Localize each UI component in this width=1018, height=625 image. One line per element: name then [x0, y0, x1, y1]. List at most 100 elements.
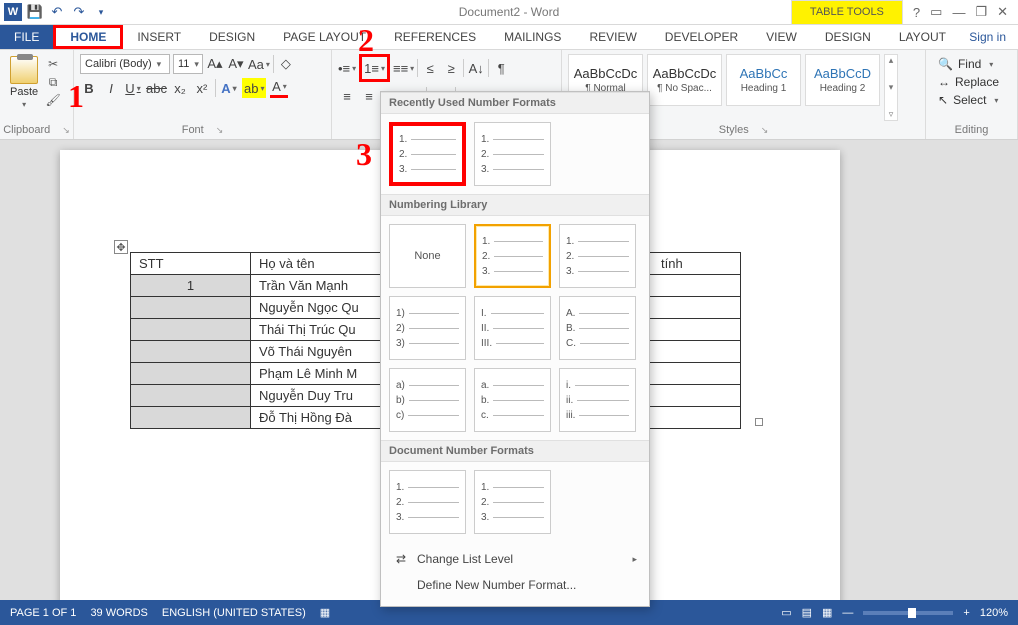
save-icon[interactable]: 💾	[26, 3, 44, 21]
tab-table-design[interactable]: DESIGN	[811, 25, 885, 49]
show-marks-button[interactable]: ¶	[492, 58, 510, 78]
change-list-level-item[interactable]: ⇄Change List Level▸	[381, 546, 649, 572]
underline-button[interactable]: U▾	[124, 78, 142, 98]
text-effects-button[interactable]: A▾	[220, 78, 238, 98]
grow-font-button[interactable]: A▴	[206, 54, 224, 74]
styles-launcher-icon[interactable]: ↘	[761, 125, 769, 136]
numbering-option[interactable]: A.B.C.	[559, 296, 636, 360]
titlebar-right: TABLE TOOLS ? ▭ — ❐ ✕	[791, 0, 1018, 24]
superscript-button[interactable]: x²	[193, 78, 211, 98]
numbering-option[interactable]: 1)2)3)	[389, 296, 466, 360]
table-move-handle[interactable]: ✥	[114, 240, 128, 254]
numbering-option[interactable]: 1.2.3.	[389, 470, 466, 534]
tab-review[interactable]: REVIEW	[575, 25, 650, 49]
italic-button[interactable]: I	[102, 78, 120, 98]
table-cell-stt[interactable]	[131, 341, 251, 363]
tab-insert[interactable]: INSERT	[123, 25, 195, 49]
table-cell-stt[interactable]	[131, 385, 251, 407]
decrease-indent-button[interactable]: ≤	[421, 58, 439, 78]
title-bar: W 💾 ↶ ↷ ▾ Document2 - Word TABLE TOOLS ?…	[0, 0, 1018, 25]
clipboard-launcher-icon[interactable]: ↘	[62, 125, 70, 136]
replace-button[interactable]: ↔Replace	[936, 74, 1007, 90]
numbering-option[interactable]: 1.2.3.	[389, 122, 466, 186]
zoom-level[interactable]: 120%	[980, 607, 1008, 619]
numbering-option[interactable]: 1.2.3.	[474, 224, 551, 288]
define-new-format-item[interactable]: Define New Number Format...	[381, 572, 649, 598]
style-item-1[interactable]: AaBbCcDc¶ No Spac...	[647, 54, 722, 106]
ribbon-display-options-icon[interactable]: ▭	[930, 4, 942, 20]
subscript-button[interactable]: x₂	[171, 78, 189, 98]
help-icon[interactable]: ?	[913, 5, 920, 20]
numbering-option[interactable]: None	[389, 224, 466, 288]
tab-mailings[interactable]: MAILINGS	[490, 25, 575, 49]
restore-icon[interactable]: ❐	[975, 4, 987, 20]
font-name-combo[interactable]: Calibri (Body)▾	[80, 54, 170, 74]
font-size-combo[interactable]: 11▾	[173, 54, 203, 74]
qat-customize-icon[interactable]: ▾	[92, 3, 110, 21]
status-page[interactable]: PAGE 1 OF 1	[10, 607, 76, 619]
multilevel-list-button[interactable]: ≡≡▾	[393, 58, 414, 78]
view-read-mode-icon[interactable]: ▭	[781, 606, 791, 619]
strikethrough-button[interactable]: abc	[146, 78, 167, 98]
zoom-out-button[interactable]: —	[842, 607, 853, 619]
change-level-icon: ⇄	[393, 551, 409, 567]
numbering-option[interactable]: i.ii.iii.	[559, 368, 636, 432]
table-cell-stt[interactable]: 1	[131, 275, 251, 297]
zoom-in-button[interactable]: +	[963, 607, 969, 619]
tab-design[interactable]: DESIGN	[195, 25, 269, 49]
copy-icon[interactable]: ⧉	[44, 74, 62, 90]
paste-button[interactable]: Paste ▾	[6, 54, 42, 111]
group-label-editing: Editing	[955, 124, 989, 136]
styles-scroll[interactable]: ▴▾▿	[884, 54, 898, 121]
format-painter-icon[interactable]: 🖌	[44, 92, 62, 108]
table-cell-stt[interactable]	[131, 319, 251, 341]
sort-button[interactable]: A↓	[467, 58, 485, 78]
numbering-option[interactable]: a)b)c)	[389, 368, 466, 432]
align-center-button[interactable]: ≡	[360, 86, 378, 106]
numbering-option[interactable]: I.II.III.	[474, 296, 551, 360]
status-language[interactable]: ENGLISH (UNITED STATES)	[162, 607, 306, 619]
redo-icon[interactable]: ↷	[70, 3, 88, 21]
tab-references[interactable]: REFERENCES	[380, 25, 490, 49]
table-header-stt[interactable]: STT	[131, 253, 251, 275]
find-button[interactable]: 🔍Find▾	[936, 56, 1007, 72]
clear-formatting-button[interactable]: ◇	[277, 54, 295, 74]
change-case-button[interactable]: Aa▾	[248, 54, 270, 74]
font-color-button[interactable]: A▾	[270, 78, 288, 98]
bullets-button[interactable]: •≡▾	[338, 58, 356, 78]
highlight-button[interactable]: ab▾	[242, 78, 266, 98]
align-left-button[interactable]: ≡	[338, 86, 356, 106]
view-web-layout-icon[interactable]: ▦	[822, 606, 832, 619]
view-print-layout-icon[interactable]: ▤	[802, 606, 812, 619]
find-icon: 🔍	[938, 57, 953, 71]
numbering-option[interactable]: 1.2.3.	[474, 122, 551, 186]
zoom-slider[interactable]	[863, 611, 953, 615]
table-cell-stt[interactable]	[131, 363, 251, 385]
tab-developer[interactable]: DEVELOPER	[651, 25, 752, 49]
close-icon[interactable]: ✕	[997, 4, 1008, 20]
tab-view[interactable]: VIEW	[752, 25, 811, 49]
style-item-3[interactable]: AaBbCcDHeading 2	[805, 54, 880, 106]
group-clipboard: Paste ▾ ✂ ⧉ 🖌 Clipboard↘	[0, 50, 74, 139]
tab-table-layout[interactable]: LAYOUT	[885, 25, 960, 49]
tab-file[interactable]: FILE	[0, 25, 53, 49]
table-cell-stt[interactable]	[131, 407, 251, 429]
minimize-icon[interactable]: —	[952, 5, 965, 20]
tab-home[interactable]: HOME	[53, 25, 123, 49]
table-resize-handle[interactable]	[755, 418, 763, 426]
status-macro-icon[interactable]: ▦	[320, 606, 330, 619]
table-cell-stt[interactable]	[131, 297, 251, 319]
numbering-option[interactable]: 1.2.3.	[474, 470, 551, 534]
undo-icon[interactable]: ↶	[48, 3, 66, 21]
shrink-font-button[interactable]: A▾	[227, 54, 245, 74]
table-header-name[interactable]: Họ và tên	[251, 253, 381, 275]
status-word-count[interactable]: 39 WORDS	[90, 607, 147, 619]
signin-link[interactable]: Sign in	[969, 25, 1018, 49]
numbering-option[interactable]: a.b.c.	[474, 368, 551, 432]
select-button[interactable]: ↖Select▾	[936, 92, 1007, 108]
numbering-option[interactable]: 1.2.3.	[559, 224, 636, 288]
increase-indent-button[interactable]: ≥	[442, 58, 460, 78]
font-launcher-icon[interactable]: ↘	[216, 125, 224, 136]
style-item-2[interactable]: AaBbCcHeading 1	[726, 54, 801, 106]
cut-icon[interactable]: ✂	[44, 56, 62, 72]
